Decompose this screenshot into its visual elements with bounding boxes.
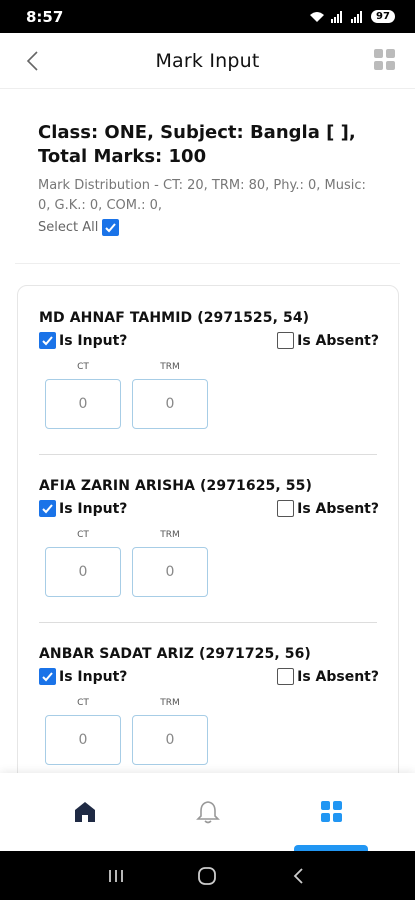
select-all-checkbox[interactable] xyxy=(102,219,120,236)
student-options: Is Input? Is Absent? xyxy=(39,332,379,349)
student-entry: MD AHNAF TAHMID (2971525, 54) Is Input? … xyxy=(39,310,379,429)
status-time: 8:57 xyxy=(26,7,64,26)
battery-indicator: 97 xyxy=(371,10,395,23)
is-absent-option[interactable]: Is Absent? xyxy=(277,500,379,517)
ct-field: CT 0 xyxy=(45,362,121,429)
student-name: ANBAR SADAT ARIZ (2971725, 56) xyxy=(39,646,311,662)
check-icon xyxy=(42,504,53,514)
is-input-checkbox[interactable] xyxy=(39,500,56,517)
recent-apps-button[interactable] xyxy=(104,864,128,888)
system-back-button[interactable] xyxy=(287,864,311,888)
trm-label: TRM xyxy=(160,698,180,708)
is-input-checkbox[interactable] xyxy=(39,332,56,349)
check-icon xyxy=(105,223,117,233)
system-nav-bar xyxy=(0,851,415,900)
home-button[interactable] xyxy=(195,864,219,888)
home-icon xyxy=(75,802,95,822)
grid-menu-button[interactable] xyxy=(373,48,397,72)
check-icon xyxy=(42,336,53,346)
ct-input[interactable]: 0 xyxy=(45,379,121,429)
is-input-option[interactable]: Is Input? xyxy=(39,668,127,685)
ct-label: CT xyxy=(77,530,89,540)
nav-dashboard[interactable] xyxy=(319,799,345,825)
trm-input[interactable]: 0 xyxy=(132,547,208,597)
bell-icon xyxy=(196,801,220,824)
student-divider xyxy=(39,454,377,455)
ct-input[interactable]: 0 xyxy=(45,547,121,597)
circle-home-icon xyxy=(198,866,217,885)
is-input-label: Is Input? xyxy=(59,500,128,517)
trm-input[interactable]: 0 xyxy=(132,715,208,765)
student-options: Is Input? Is Absent? xyxy=(39,500,379,517)
is-absent-label: Is Absent? xyxy=(297,500,379,517)
is-input-option[interactable]: Is Input? xyxy=(39,500,127,517)
student-list-card: MD AHNAF TAHMID (2971525, 54) Is Input? … xyxy=(17,285,399,825)
select-all-label: Select All xyxy=(38,220,99,235)
mark-fields: CT 0 TRM 0 xyxy=(45,698,379,765)
student-entry: ANBAR SADAT ARIZ (2971725, 56) Is Input?… xyxy=(39,646,379,765)
trm-field: TRM 0 xyxy=(132,530,208,597)
student-name: AFIA ZARIN ARISHA (2971625, 55) xyxy=(39,478,312,494)
is-absent-option[interactable]: Is Absent? xyxy=(277,332,379,349)
is-absent-label: Is Absent? xyxy=(297,332,379,349)
select-all[interactable]: Select All xyxy=(38,219,378,236)
is-absent-checkbox[interactable] xyxy=(277,500,295,517)
nav-home[interactable] xyxy=(72,799,98,825)
is-input-label: Is Input? xyxy=(59,332,128,349)
student-entry: AFIA ZARIN ARISHA (2971625, 55) Is Input… xyxy=(39,478,379,597)
chevron-left-icon xyxy=(26,51,38,71)
ct-label: CT xyxy=(77,362,89,372)
dashboard-icon xyxy=(321,801,342,822)
is-absent-checkbox[interactable] xyxy=(277,668,295,685)
app-header: Mark Input xyxy=(0,33,415,89)
student-divider xyxy=(39,622,377,623)
student-name: MD AHNAF TAHMID (2971525, 54) xyxy=(39,310,310,326)
nav-notifications[interactable] xyxy=(195,799,221,825)
ct-field: CT 0 xyxy=(45,698,121,765)
class-subject-title: Class: ONE, Subject: Bangla [ ], Total M… xyxy=(38,122,356,167)
page-title: Mark Input xyxy=(155,49,260,72)
is-absent-option[interactable]: Is Absent? xyxy=(277,668,379,685)
status-bar: 8:57 97 xyxy=(0,0,415,33)
trm-label: TRM xyxy=(160,530,180,540)
signal-icon xyxy=(331,10,345,23)
ct-input[interactable]: 0 xyxy=(45,715,121,765)
class-info: Class: ONE, Subject: Bangla [ ], Total M… xyxy=(38,121,378,236)
mark-distribution: Mark Distribution - CT: 20, TRM: 80, Phy… xyxy=(38,178,366,213)
grid-icon xyxy=(374,49,395,70)
student-options: Is Input? Is Absent? xyxy=(39,668,379,685)
status-icons: 97 xyxy=(309,10,395,23)
mark-fields: CT 0 TRM 0 xyxy=(45,362,379,429)
is-input-label: Is Input? xyxy=(59,668,128,685)
is-absent-label: Is Absent? xyxy=(297,668,379,685)
app: Mark Input Class: ONE, Subject: Bangla [… xyxy=(0,33,415,851)
is-input-checkbox[interactable] xyxy=(39,668,56,685)
trm-label: TRM xyxy=(160,362,180,372)
check-icon xyxy=(42,672,53,682)
mark-fields: CT 0 TRM 0 xyxy=(45,530,379,597)
trm-input[interactable]: 0 xyxy=(132,379,208,429)
trm-field: TRM 0 xyxy=(132,698,208,765)
signal-icon-2 xyxy=(351,10,365,23)
is-absent-checkbox[interactable] xyxy=(277,332,295,349)
wifi-icon xyxy=(310,11,324,22)
divider xyxy=(15,263,400,264)
back-button[interactable] xyxy=(22,49,44,73)
trm-field: TRM 0 xyxy=(132,362,208,429)
ct-label: CT xyxy=(77,698,89,708)
is-input-option[interactable]: Is Input? xyxy=(39,332,127,349)
back-arrow-icon xyxy=(293,867,303,884)
ct-field: CT 0 xyxy=(45,530,121,597)
bottom-nav xyxy=(0,773,415,851)
recent-apps-icon xyxy=(108,869,123,882)
